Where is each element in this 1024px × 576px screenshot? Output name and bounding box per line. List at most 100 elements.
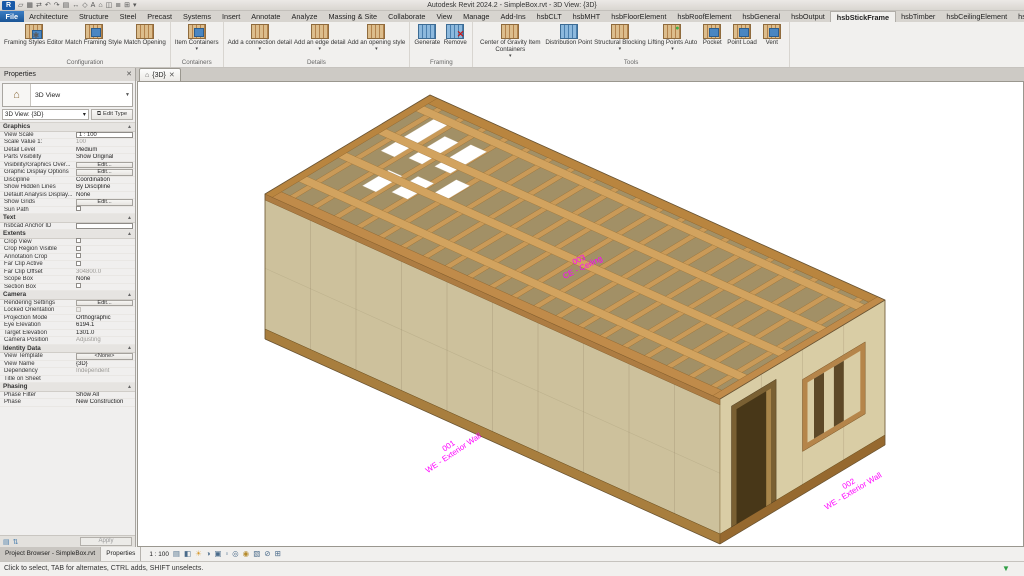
framing-styles-editor-button[interactable]: Framing Styles Editor xyxy=(4,24,63,47)
add-an-opening-style-button[interactable]: Add an opening style▾ xyxy=(348,24,406,51)
add-an-edge-detail-button[interactable]: Add an edge detail▾ xyxy=(294,24,346,51)
collapse-icon[interactable]: ▲ xyxy=(127,124,132,130)
tab-manage[interactable]: Manage xyxy=(458,11,495,22)
property-value[interactable]: {3D} xyxy=(76,361,135,367)
property-value[interactable]: By Discipline xyxy=(76,184,135,190)
drawing-area-viewport[interactable]: 001WE - Exterior Wall002WE - Exterior Wa… xyxy=(137,81,1024,547)
property-value[interactable] xyxy=(76,223,135,230)
section-icon[interactable]: ◫ xyxy=(106,1,113,10)
detail-level-icon[interactable]: ▤ xyxy=(173,550,180,558)
section-header-text[interactable]: Text▲ xyxy=(0,214,135,223)
match-framing-style-button[interactable]: Match Framing Style xyxy=(65,24,122,47)
properties-close-icon[interactable]: ✕ xyxy=(126,68,132,81)
property-value[interactable]: Edit... xyxy=(76,300,135,307)
property-value[interactable]: 100 xyxy=(76,139,135,145)
add-a-connection-detail-button[interactable]: Add a connection detail▾ xyxy=(228,24,292,51)
checkbox[interactable] xyxy=(76,206,81,211)
tab-precast[interactable]: Precast xyxy=(142,11,178,22)
property-value[interactable] xyxy=(76,253,135,260)
sun-path-icon[interactable]: ☀ xyxy=(195,550,202,558)
tab-annotate[interactable]: Annotate xyxy=(246,11,286,22)
shadows-icon[interactable]: ◑ xyxy=(206,550,211,558)
tab-analyze[interactable]: Analyze xyxy=(286,11,323,22)
properties-tab[interactable]: Properties xyxy=(101,547,141,561)
tab-insert[interactable]: Insert xyxy=(217,11,246,22)
view-scale-control[interactable]: 1 : 100 xyxy=(149,551,169,558)
property-value[interactable] xyxy=(76,307,135,314)
apply-button[interactable]: Apply xyxy=(80,537,132,546)
selection-filter-icon[interactable]: ▼ xyxy=(1002,564,1010,573)
chevron-down-icon[interactable]: ▾ xyxy=(195,47,198,51)
point-load-button[interactable]: Point Load xyxy=(727,24,757,47)
edit-button[interactable]: Edit... xyxy=(76,169,133,176)
window-stud-gap[interactable] xyxy=(834,361,844,427)
tab-view[interactable]: View xyxy=(431,11,458,22)
remove-button[interactable]: Remove xyxy=(442,24,468,47)
door-jamb[interactable] xyxy=(766,388,771,506)
redo-icon[interactable]: ↷ xyxy=(54,1,60,10)
property-value[interactable]: Edit... xyxy=(76,162,135,169)
section-header-graphics[interactable]: Graphics▲ xyxy=(0,123,135,132)
property-value[interactable]: Independent xyxy=(76,368,135,374)
pocket-button[interactable]: Pocket xyxy=(699,24,725,47)
property-value[interactable]: 1301.0 xyxy=(76,330,135,336)
section-header-phasing[interactable]: Phasing▲ xyxy=(0,383,135,392)
chevron-down-icon[interactable]: ▾ xyxy=(509,54,512,58)
tab-hsbmht[interactable]: hsbMHT xyxy=(567,11,606,22)
property-value[interactable]: Edit... xyxy=(76,199,135,206)
collapse-icon[interactable]: ▲ xyxy=(127,292,132,298)
window-stud-gap[interactable] xyxy=(814,373,824,439)
qat-customize-icon[interactable]: ▾ xyxy=(133,1,137,10)
property-value[interactable] xyxy=(76,206,135,213)
edit-type-button[interactable]: ⧉ Edit Type xyxy=(91,109,133,120)
tab-steel[interactable]: Steel xyxy=(114,11,142,22)
property-value[interactable]: Show Original xyxy=(76,154,135,160)
vent-button[interactable]: Vent xyxy=(759,24,785,47)
tab-hsbroofelement[interactable]: hsbRoofElement xyxy=(672,11,737,22)
collapse-icon[interactable]: ▲ xyxy=(127,345,132,351)
chevron-down-icon[interactable]: ▾ xyxy=(318,47,321,51)
property-value[interactable] xyxy=(76,246,135,253)
checkbox[interactable] xyxy=(76,253,81,258)
value-field[interactable]: 1 : 100 xyxy=(76,132,133,139)
view-tab-3d[interactable]: ⌂ {3D} ✕ xyxy=(139,68,181,81)
property-value[interactable]: 1 : 100 xyxy=(76,132,135,139)
center-of-gravity-item-containers-button[interactable]: Center of Gravity Item Containers▾ xyxy=(477,24,543,58)
item-containers-button[interactable]: Item Containers▾ xyxy=(175,24,219,51)
visual-style-icon[interactable]: ◧ xyxy=(184,550,191,558)
property-value[interactable]: None xyxy=(76,276,135,282)
tab-massing-site[interactable]: Massing & Site xyxy=(323,11,383,22)
default-3d-view-icon[interactable]: ⌂ xyxy=(98,1,102,10)
property-value[interactable]: Adjusting xyxy=(76,337,135,343)
tab-hsboutput[interactable]: hsbOutput xyxy=(786,11,831,22)
property-value[interactable]: Medium xyxy=(76,147,135,153)
checkbox[interactable] xyxy=(76,238,81,243)
property-value[interactable] xyxy=(76,238,135,245)
property-value[interactable]: Coordination xyxy=(76,177,135,183)
edit-button[interactable]: <None> xyxy=(76,353,133,360)
edit-button[interactable]: Edit... xyxy=(76,199,133,206)
constraints-icon[interactable]: ⊞ xyxy=(275,550,281,558)
edit-button[interactable]: Edit... xyxy=(76,300,133,307)
section-header-extents[interactable]: Extents▲ xyxy=(0,230,135,239)
section-header-identity-data[interactable]: Identity Data▲ xyxy=(0,345,135,354)
revit-logo[interactable]: R xyxy=(2,1,15,10)
property-value[interactable]: Orthographic xyxy=(76,315,135,321)
value-field[interactable] xyxy=(76,223,133,230)
chevron-down-icon[interactable]: ▾ xyxy=(375,47,378,51)
reveal-hidden-icon[interactable]: ◉ xyxy=(243,550,250,558)
tab-structure[interactable]: Structure xyxy=(74,11,115,22)
temp-view-properties-icon[interactable]: ▧ xyxy=(253,550,260,558)
edit-button[interactable]: Edit... xyxy=(76,162,133,169)
properties-sort-icon[interactable]: ⇅ xyxy=(13,538,19,546)
property-value[interactable]: <None> xyxy=(76,353,135,360)
properties-help-icon[interactable]: ▤ xyxy=(3,538,10,546)
temp-hide-isolate-icon[interactable]: ◎ xyxy=(232,550,239,558)
match-opening-button[interactable]: Match Opening xyxy=(124,24,166,47)
generate-button[interactable]: Generate xyxy=(414,24,440,47)
chevron-down-icon[interactable]: ▼ xyxy=(123,84,132,106)
section-header-camera[interactable]: Camera▲ xyxy=(0,291,135,300)
analytical-model-icon[interactable]: ⊘ xyxy=(264,550,270,558)
property-value[interactable]: 6194.1 xyxy=(76,322,135,328)
tab-collaborate[interactable]: Collaborate xyxy=(383,11,431,22)
